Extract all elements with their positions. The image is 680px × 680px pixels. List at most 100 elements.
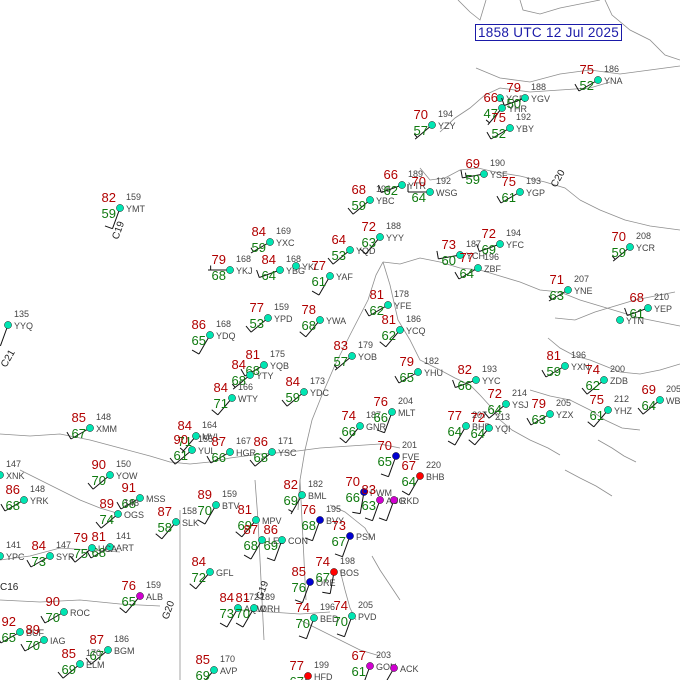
sky-cover-icon [116,204,124,212]
station-plot[interactable]: 7263 188 YYY [359,219,404,255]
station-plot[interactable]: 147 XNK [0,459,25,483]
station-plot[interactable]: 8668 148 YRK [0,482,49,513]
station-id-label: MLT [398,408,416,418]
station-plot[interactable]: 8162 186 YCQ [379,312,426,348]
dewpoint-label: 59 [352,198,366,213]
station-plot[interactable]: 8665 168 YDQ [192,317,236,355]
pressure-label: 203 [376,650,391,660]
station-plot[interactable]: 8159196YXN [541,348,590,379]
temperature-label: 87 [212,434,226,449]
station-id-label: YBY [516,124,534,134]
station-id-label: XMM [96,424,117,434]
front-label: C19 [110,220,127,241]
dewpoint-label: 65 [378,454,392,469]
temperature-label: 84 [252,224,266,239]
station-plot[interactable]: 7057 194 YZY [414,107,456,140]
station-plot[interactable]: 8668 171 YSC [249,434,297,467]
station-plot[interactable]: 8970 IAG [20,622,66,653]
station-plot[interactable]: 8472 GFL [189,554,234,590]
station-plot[interactable]: 8970159BTV [198,487,240,525]
wind-barb-feather [352,511,361,515]
station-plot[interactable]: 7552 186 YNA [574,62,623,93]
station-plot[interactable]: 7968 168 YKJ [208,252,253,283]
pressure-label: 148 [30,484,45,494]
station-id-label: GFL [216,568,234,578]
station-plot[interactable]: 8758 158 SLK [155,504,199,540]
sky-cover-icon [276,266,284,274]
station-plot[interactable]: 8459 173 YDC [281,374,330,407]
dewpoint-label: 71 [214,396,228,411]
station-id-label: BGM [114,646,135,656]
station-id-label: YCQ [406,326,426,336]
dewpoint-label: 59 [286,390,300,405]
station-id-label: SYR [56,552,75,562]
station-plot[interactable]: 7470 205 PVD [334,598,377,638]
station-plot[interactable]: 8974 148 OGS [95,496,144,529]
station-plot[interactable]: 7462 200 ZDB [581,362,628,395]
temperature-label: 72 [362,219,376,234]
wind-barb-feather [311,290,320,296]
wind-barb-feather [526,417,532,426]
pressure-label: 159 [126,192,141,202]
station-plot[interactable]: 7561 193 YGP [496,174,545,205]
station-plot[interactable]: 6964 205 WBY [637,382,680,415]
temperature-label: 87 [158,504,172,519]
dewpoint-label: 61 [312,274,326,289]
station-id-label: BHB [426,472,445,482]
dewpoint-label: 68 [302,318,316,333]
pressure-label: 208 [636,231,651,241]
boundary-line [579,199,680,231]
station-id-label: YWA [326,316,346,326]
temperature-label: 73 [332,518,346,533]
station-plot[interactable]: 7059 208 YCR [612,229,656,262]
pressure-label: 178 [394,289,409,299]
pressure-label: 199 [314,660,329,670]
station-id-label: YHZ [614,406,633,416]
station-plot[interactable]: 8473 147 SYR [26,538,75,569]
temperature-label: 70 [412,174,426,189]
pressure-label: 141 [116,531,131,541]
station-plot[interactable]: 7665 159 ALB [119,578,163,614]
station-plot[interactable]: 8569 170 AVP [194,652,238,680]
station-plot[interactable]: 7767 199 HFD [290,658,333,680]
station-plot[interactable]: 8567 148 XMM [66,410,117,441]
station-plot[interactable]: 7064 192 WSG [407,174,458,205]
station-id-label: YAF [336,272,353,282]
dewpoint-label: 61 [174,448,188,463]
temperature-label: 79 [212,252,226,267]
station-plot[interactable]: 7561 212 YHZ [587,392,633,428]
station-plot[interactable]: 7163 207 YNE [548,272,593,303]
station-plot[interactable]: 7552 192 YBY [486,110,534,141]
sky-cover-icon [626,243,634,251]
station-plot[interactable]: 8569 170 ELM [57,646,105,679]
dewpoint-label: 66 [346,490,360,505]
wind-barb-feather [460,169,463,178]
station-plot[interactable]: 8357 179 YOB [334,338,377,371]
sky-cover-icon [246,371,254,379]
station-plot[interactable]: YTN [616,316,644,326]
temperature-label: 86 [254,434,268,449]
station-plot[interactable]: 141 YPC [0,540,25,567]
station-plot[interactable]: 9070 ROC [40,594,91,625]
pressure-label: 159 [274,302,289,312]
pressure-label: 141 [6,540,21,550]
pressure-label: 186 [406,314,421,324]
station-plot[interactable]: 8459169YXC [250,224,295,255]
wind-barb-feather [447,440,456,446]
station-plot[interactable]: 6764220BHB [402,458,445,496]
station-plot[interactable]: 7753 159 YPD [245,300,293,333]
station-plot[interactable]: 7963 205 YZX [526,396,574,427]
station-plot[interactable]: 7367 PSM [332,518,376,558]
station-plot[interactable]: 135 YYQ [0,309,33,347]
sky-cover-icon [268,448,276,456]
front-label: C21 [0,348,18,370]
station-plot[interactable]: 7470196BED [296,600,339,640]
wind-barb-feather [541,369,547,378]
station-plots: 135YYQ8259159YMT8459169YXC7968168YKJ8464… [0,62,680,680]
pressure-label: 159 [146,580,161,590]
station-plot[interactable]: 7868 YWA [299,302,346,338]
station-id-label: YFE [394,301,412,311]
station-plot[interactable]: 8766167HGR [206,434,257,465]
station-id-label: ACK [400,664,419,674]
temperature-label: 78 [302,302,316,317]
